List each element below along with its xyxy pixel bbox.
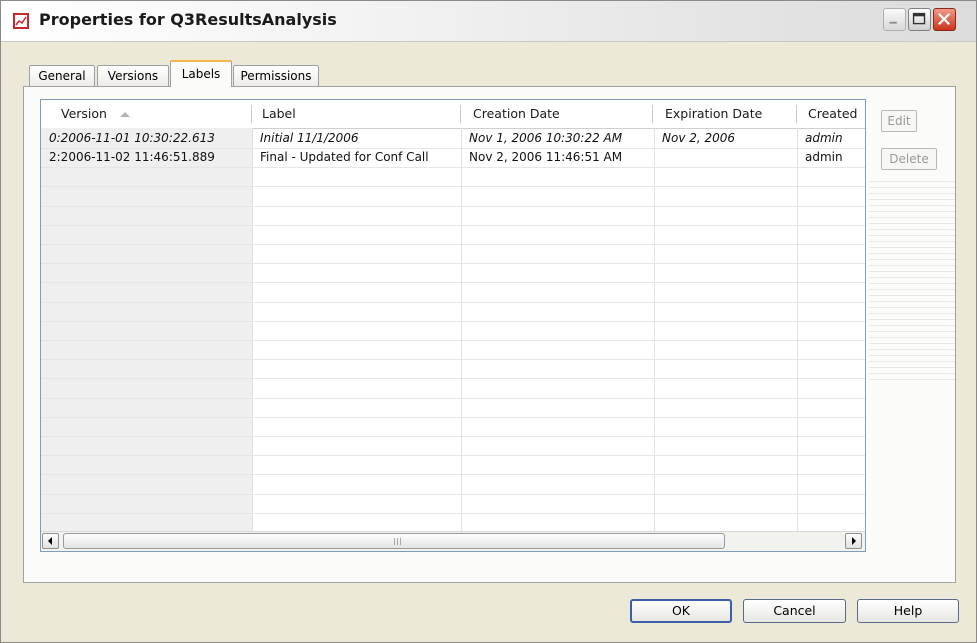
grid-line: [41, 321, 865, 322]
column-header-creation-date[interactable]: Creation Date: [467, 100, 647, 128]
grid-line: [41, 398, 865, 399]
scroll-right-button[interactable]: [845, 533, 862, 549]
chart-icon: [13, 13, 29, 29]
grid-line: [41, 302, 865, 303]
grid-line: [41, 186, 865, 187]
column-header-version-label: Version: [61, 106, 107, 121]
tab-general-label: General: [38, 69, 86, 83]
column-header-expiration-date[interactable]: Expiration Date: [659, 100, 799, 128]
ok-button[interactable]: OK: [630, 599, 732, 623]
delete-button[interactable]: Delete: [881, 148, 937, 170]
maximize-icon: [912, 12, 926, 25]
table-row[interactable]: 0:2006-11-01 10:30:22.613 Initial 11/1/2…: [41, 129, 865, 148]
edit-button[interactable]: Edit: [881, 110, 917, 132]
grid-line: [41, 455, 865, 456]
grid-line: [41, 359, 865, 360]
tab-labels[interactable]: Labels: [170, 60, 232, 87]
table-header: Version Label Creation Date Expiration D…: [41, 100, 865, 129]
grid-line: [41, 206, 865, 207]
scroll-left-button[interactable]: [42, 533, 59, 549]
grid-line: [41, 378, 865, 379]
cell-label: Final - Updated for Conf Call: [260, 150, 429, 164]
grid-line: [41, 263, 865, 264]
chevron-left-icon: [48, 537, 52, 545]
cell-label: Initial 11/1/2006: [260, 131, 359, 145]
horizontal-scrollbar[interactable]: [41, 531, 865, 551]
help-button[interactable]: Help: [857, 599, 959, 623]
minimize-button[interactable]: [883, 8, 906, 31]
cell-created: admin: [805, 150, 843, 164]
column-header-created[interactable]: Created: [802, 100, 865, 128]
grid-line: [41, 282, 865, 283]
grid-line: [41, 225, 865, 226]
cell-creation-date: Nov 1, 2006 10:30:22 AM: [469, 131, 623, 145]
grid-line: [41, 474, 865, 475]
minimize-icon: [889, 21, 897, 24]
tab-labels-label: Labels: [181, 67, 221, 81]
cell-expiration-date: [654, 148, 797, 167]
grid-line: [41, 167, 865, 168]
cell-creation-date: Nov 2, 2006 11:46:51 AM: [469, 150, 623, 164]
close-button[interactable]: [933, 8, 956, 31]
grid-line: [41, 494, 865, 495]
window-title: Properties for Q3ResultsAnalysis: [39, 10, 337, 29]
grid-line: [41, 340, 865, 341]
cell-created: admin: [805, 131, 843, 145]
maximize-button[interactable]: [908, 8, 931, 31]
cell-version: 2:2006-11-02 11:46:51.889: [49, 150, 215, 164]
grid-line: [41, 244, 865, 245]
properties-dialog: Properties for Q3ResultsAnalysis General…: [0, 0, 977, 643]
cell-expiration-date: Nov 2, 2006: [662, 131, 736, 145]
table-row[interactable]: 2:2006-11-02 11:46:51.889 Final - Update…: [41, 148, 865, 167]
cancel-button[interactable]: Cancel: [743, 599, 846, 623]
sort-ascending-icon: [119, 112, 130, 117]
title-bar[interactable]: Properties for Q3ResultsAnalysis: [1, 1, 976, 42]
grip-icon: [394, 538, 402, 545]
column-header-version[interactable]: Version: [55, 100, 245, 128]
tab-permissions[interactable]: Permissions: [233, 65, 319, 87]
chevron-right-icon: [852, 537, 856, 545]
labels-table[interactable]: Version Label Creation Date Expiration D…: [40, 99, 866, 552]
tab-general[interactable]: General: [29, 65, 95, 87]
close-icon: [938, 13, 950, 25]
tab-permissions-label: Permissions: [240, 69, 312, 83]
scrollbar-thumb[interactable]: [63, 533, 725, 549]
column-header-label[interactable]: Label: [256, 100, 456, 128]
grid-line: [41, 436, 865, 437]
background-stripes: [869, 181, 955, 381]
version-column-shade: [41, 128, 252, 533]
grid-line: [41, 513, 865, 514]
cell-version: 0:2006-11-01 10:30:22.613: [49, 131, 215, 145]
tab-versions-label: Versions: [107, 69, 159, 83]
grid-line: [41, 417, 865, 418]
tab-versions[interactable]: Versions: [97, 65, 169, 87]
